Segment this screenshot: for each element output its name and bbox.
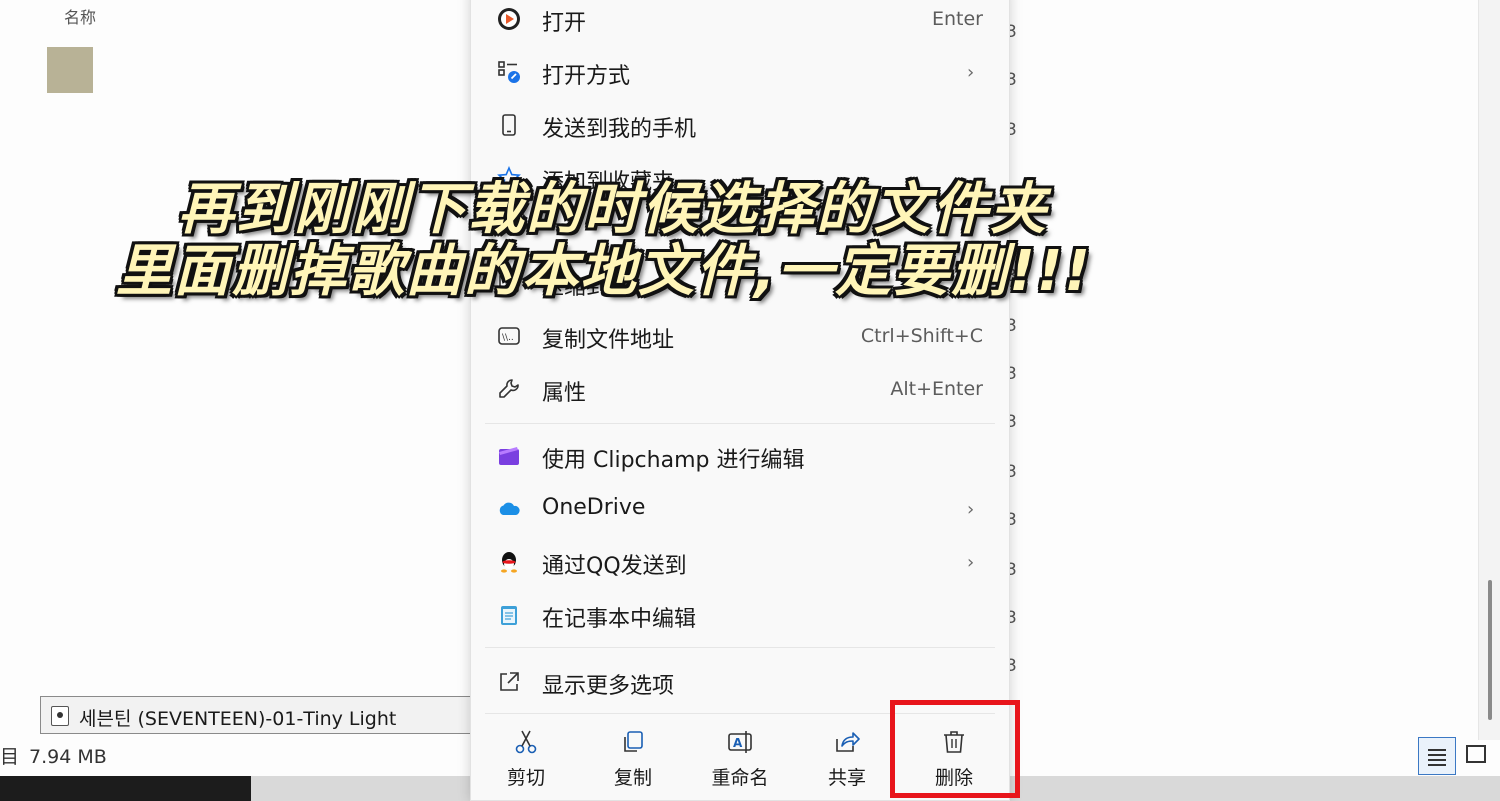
copy-path-icon: \\.. [498,327,520,345]
share-label: 共享 [827,767,866,789]
open-with-icon [498,61,520,83]
chevron-right-icon: › [967,273,975,294]
menu-item-properties[interactable]: 属性 Alt+Enter [471,365,1009,413]
menu-item-label: 压缩到... [542,275,629,300]
size-column-fragments: 3 3 3 3 3 3 3 3 3 3 3 3 [1006,0,1036,700]
menu-item-edit-with-clipchamp[interactable]: 使用 Clipchamp 进行编辑 [471,432,1009,480]
context-menu: 打开 Enter 打开方式 › 发送到我的手机 添加到收藏夹 压缩到... › [470,0,1010,801]
menu-item-compress[interactable]: 压缩到... › [471,259,1009,307]
menu-item-send-via-qq[interactable]: 通过QQ发送到 › [471,538,1009,586]
menu-item-label: 在记事本中编辑 [542,607,697,632]
share-button[interactable]: 共享 [794,711,900,801]
menu-item-label: 使用 Clipchamp 进行编辑 [542,448,805,473]
menu-item-shortcut: Ctrl+Shift+C [860,325,983,347]
status-item-label: 目 [0,746,20,768]
clipchamp-icon [499,447,519,465]
chevron-right-icon: › [967,499,975,520]
menu-item-copy-path[interactable]: \\.. 复制文件地址 Ctrl+Shift+C [471,312,1009,360]
scissors-icon [515,730,537,754]
cut-button[interactable]: 剪切 [473,711,579,801]
menu-item-shortcut: Enter [932,8,983,30]
rename-button[interactable]: A 重命名 [687,711,793,801]
star-icon [497,166,521,189]
onedrive-icon [499,502,520,515]
large-icons-view-button[interactable] [1466,745,1486,763]
cut-label: 剪切 [506,767,545,789]
play-icon [498,8,520,30]
menu-item-onedrive[interactable]: OneDrive › [471,485,1009,533]
chevron-right-icon: › [967,552,975,573]
vertical-scrollbar[interactable] [1478,0,1500,740]
svg-text:\\..: \\.. [502,333,514,343]
menu-item-show-more-options[interactable]: 显示更多选项 [471,658,1009,706]
menu-item-send-to-phone[interactable]: 发送到我的手机 [471,101,1009,149]
menu-item-edit-in-notepad[interactable]: 在记事本中编辑 [471,591,1009,639]
menu-item-open-with[interactable]: 打开方式 › [471,48,1009,96]
more-options-icon [500,672,519,691]
file-thumbnail[interactable] [47,47,93,93]
audio-file-icon [51,706,69,726]
menu-item-label: 打开 [542,11,587,36]
share-icon [836,732,860,752]
menu-item-label: 显示更多选项 [542,674,675,699]
copy-label: 复制 [613,767,652,789]
rename-icon: A [728,731,752,753]
filename-tooltip: 세븐틴 (SEVENTEEN)-01-Tiny Light [40,696,480,734]
taskbar-dark-segment [0,776,251,801]
menu-item-label: 通过QQ发送到 [542,554,687,579]
menu-separator [485,647,995,648]
details-view-button[interactable] [1418,737,1456,775]
menu-item-label: OneDrive [542,495,646,520]
copy-button[interactable]: 复制 [580,711,686,801]
chevron-right-icon: › [967,62,975,83]
delete-highlight-box [890,700,1020,798]
menu-item-label: 复制文件地址 [542,328,675,353]
qq-icon [501,552,517,573]
tooltip-filename: 세븐틴 (SEVENTEEN)-01-Tiny Light [79,708,397,730]
status-bar: 目 7.94 MB [0,742,107,769]
menu-item-add-to-favorites[interactable]: 添加到收藏夹 [471,154,1009,202]
menu-item-label: 打开方式 [542,64,631,89]
column-header-name[interactable]: 名称 [64,4,96,28]
phone-icon [502,114,516,136]
status-file-size: 7.94 MB [29,746,107,768]
menu-item-label: 属性 [542,381,587,406]
rename-label: 重命名 [711,767,769,789]
menu-separator [485,423,995,424]
zip-icon [499,273,519,293]
menu-item-open[interactable]: 打开 Enter [471,0,1009,43]
svg-text:A: A [733,736,743,750]
copy-icon [624,731,643,752]
wrench-icon [499,379,519,398]
menu-item-label: 发送到我的手机 [542,117,697,142]
notepad-icon [501,606,517,625]
menu-item-label: 添加到收藏夹 [542,170,675,195]
scrollbar-thumb[interactable] [1488,580,1492,720]
menu-item-shortcut: Alt+Enter [890,378,983,400]
